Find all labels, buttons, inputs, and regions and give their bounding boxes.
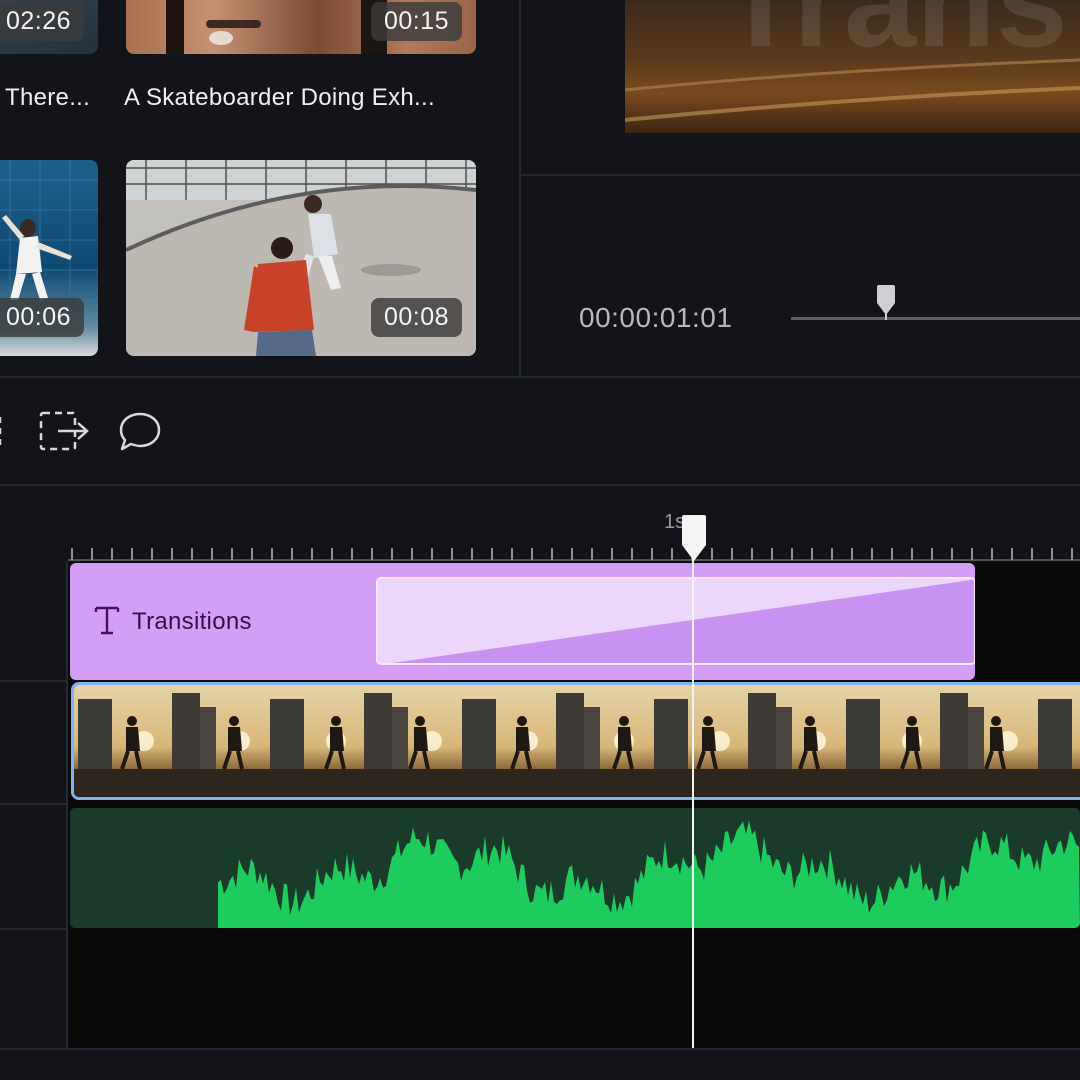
media-clip-thumbnail-4[interactable]: 00:08 <box>126 160 476 356</box>
preview-title-overlay: Trans <box>721 0 1068 74</box>
track-row-divider <box>0 803 68 805</box>
playback-timecode: 00:00:01:01 <box>579 302 733 333</box>
video-preview-frame[interactable]: Trans <box>625 0 1080 133</box>
crop-icon[interactable] <box>0 410 12 454</box>
text-transition-clip[interactable]: Transitions <box>70 563 975 680</box>
export-icon[interactable] <box>38 410 92 454</box>
clip-title-2[interactable]: A Skateboarder Doing Exh... <box>124 84 435 112</box>
clip-duration-badge: 00:06 <box>0 298 84 337</box>
playhead-handle-icon[interactable] <box>680 515 708 563</box>
clip-duration-badge: 00:15 <box>370 2 462 41</box>
preview-scrubber-track[interactable] <box>791 317 1080 320</box>
comment-icon[interactable] <box>118 410 164 454</box>
filmstrip-frames <box>74 685 1080 797</box>
timeline-scrollbar[interactable] <box>0 1048 1080 1080</box>
clip-duration-badge: 02:26 <box>0 2 84 41</box>
preview-panel: Trans 00:00:01:01 <box>521 0 1080 378</box>
track-row-divider <box>0 928 68 930</box>
clip-duration-badge: 00:08 <box>370 298 462 337</box>
transition-effect-block[interactable] <box>376 577 975 665</box>
track-row-divider <box>0 680 68 682</box>
audio-clip-waveform[interactable] <box>70 808 1080 928</box>
transition-ramp-graphic <box>378 579 974 663</box>
timeline-toolbar <box>0 378 1080 484</box>
video-clip-filmstrip[interactable] <box>71 682 1080 800</box>
media-library-panel: 02:26 There... 00:15 A Skateboarder Doin… <box>0 0 520 378</box>
text-clip-label: Transitions <box>132 608 252 635</box>
playhead-line[interactable] <box>692 540 694 1048</box>
time-ruler[interactable] <box>0 540 1080 562</box>
media-clip-thumbnail-2[interactable]: 00:15 <box>126 0 476 54</box>
audio-waveform-graphic <box>218 820 1080 928</box>
text-type-icon <box>94 606 120 635</box>
media-clip-thumbnail-3[interactable]: 00:06 <box>0 160 98 356</box>
scrubber-handle-icon[interactable] <box>874 285 898 321</box>
media-clip-thumbnail-1[interactable]: 02:26 <box>0 0 98 54</box>
preview-divider <box>521 174 1080 176</box>
clip-title-1[interactable]: There... <box>5 84 90 112</box>
track-header-column <box>0 562 68 1048</box>
